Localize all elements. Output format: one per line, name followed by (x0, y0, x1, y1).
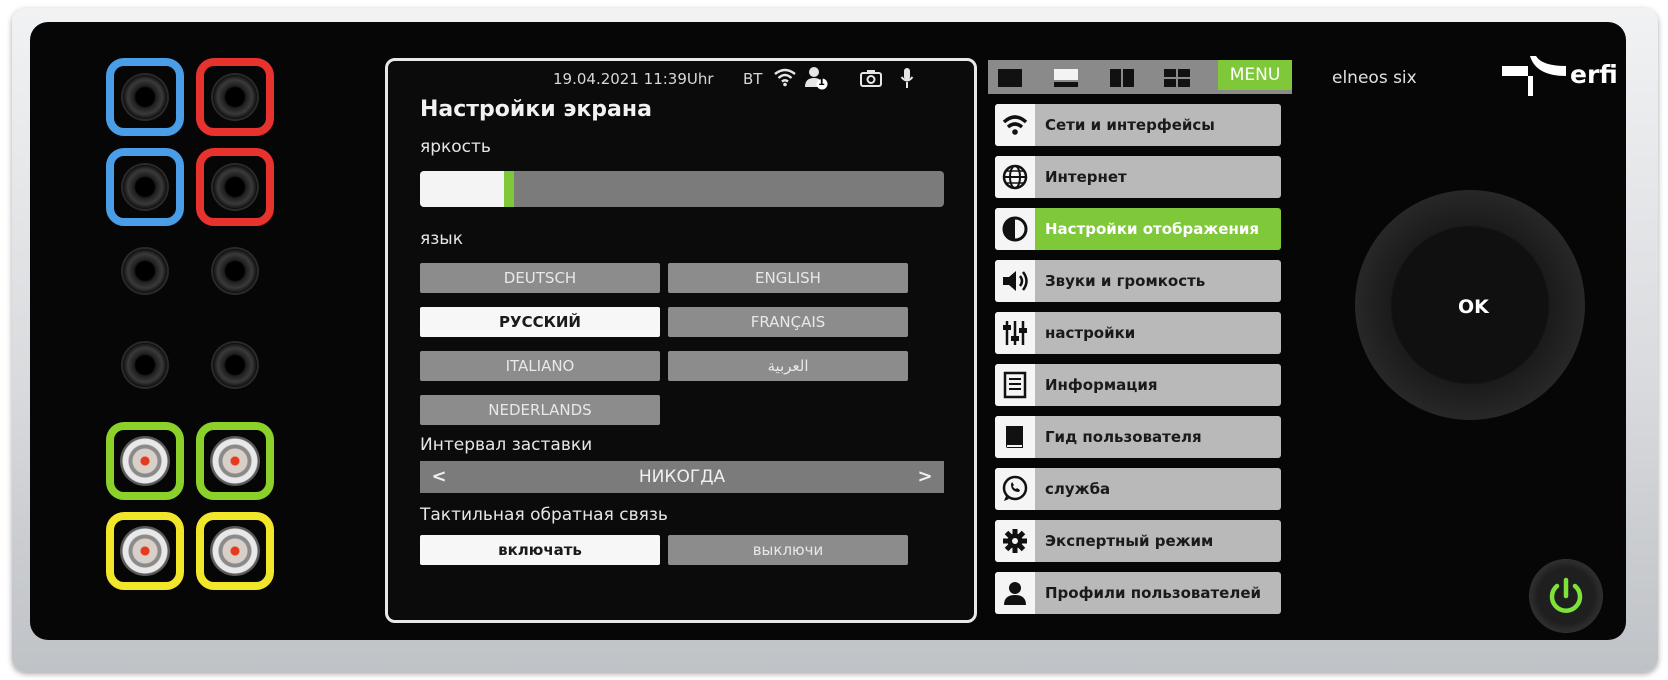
menu-item-label: Сети и интерфейсы (1045, 116, 1215, 134)
spinner-next-button[interactable]: > (910, 461, 940, 493)
screensaver-spinner: < НИКОГДА > (420, 461, 944, 493)
menu-item-label: Интернет (1045, 168, 1127, 186)
status-bar: 19.04.2021 11:39Uhr BT 1 (388, 61, 974, 95)
menu-item-internet[interactable]: Интернет (995, 156, 1281, 198)
contrast-icon (995, 208, 1035, 250)
spinner-prev-button[interactable]: < (424, 461, 454, 493)
camera-icon[interactable] (860, 69, 882, 91)
language-button-dutch[interactable]: NEDERLANDS (420, 395, 660, 425)
menu-item-label: Настройки отображения (1045, 220, 1259, 238)
bluetooth-label: BT (743, 70, 763, 88)
menu-item-settings[interactable]: настройки (995, 312, 1281, 354)
jack-plain-4 (196, 326, 274, 404)
menu-item-label: служба (1045, 480, 1111, 498)
language-button-deutsch[interactable]: DEUTSCH (420, 263, 660, 293)
status-datetime: 19.04.2021 11:39Uhr (553, 70, 714, 88)
jack-red-2 (196, 148, 274, 226)
whatsapp-icon (995, 468, 1035, 510)
language-button-russian[interactable]: РУССКИЙ (420, 307, 660, 337)
haptic-on-button[interactable]: включать (420, 535, 660, 565)
user-badge: 1 (818, 77, 825, 88)
menu-item-label: Профили пользователей (1045, 584, 1262, 602)
brightness-slider-fill (420, 171, 509, 207)
jack-red-1 (196, 58, 274, 136)
page-title: Настройки экрана (420, 97, 652, 122)
model-name: elneos six (1332, 68, 1417, 88)
globe-icon (995, 156, 1035, 198)
jack-plain-3 (106, 326, 184, 404)
menu-item-networks[interactable]: Сети и интерфейсы (995, 104, 1281, 146)
language-label: язык (420, 229, 463, 249)
brightness-label: яркость (420, 137, 491, 157)
jack-plain-1 (106, 232, 184, 310)
user-profile-icon (995, 572, 1035, 614)
menu-button[interactable]: MENU (1218, 60, 1292, 90)
jack-plain-2 (196, 232, 274, 310)
wifi-icon (995, 104, 1035, 146)
menu-item-user-guide[interactable]: Гид пользователя (995, 416, 1281, 458)
bnc-yellow-2 (196, 512, 274, 590)
bnc-yellow-1 (106, 512, 184, 590)
menu-item-label: настройки (1045, 324, 1136, 342)
brightness-slider[interactable] (420, 171, 944, 207)
speaker-icon (995, 260, 1035, 302)
sliders-icon (995, 312, 1035, 354)
language-button-french[interactable]: FRANÇAIS (668, 307, 908, 337)
view-split-horizontal-icon[interactable] (1054, 69, 1078, 87)
brand-name: erfi (1570, 60, 1618, 89)
view-full-icon[interactable] (998, 69, 1022, 87)
haptic-off-button[interactable]: выключи (668, 535, 908, 565)
display-settings-screen: 19.04.2021 11:39Uhr BT 1 Настройки экран… (385, 58, 977, 623)
view-split-vertical-icon[interactable] (1110, 69, 1134, 87)
menu-item-label: Информация (1045, 376, 1158, 394)
gear-icon (995, 520, 1035, 562)
microphone-icon[interactable] (900, 67, 914, 93)
screensaver-label: Интервал заставки (420, 435, 593, 455)
jack-blue-2 (106, 148, 184, 226)
ok-label: OK (1458, 296, 1489, 318)
screensaver-value: НИКОГДА (638, 467, 726, 487)
menu-item-expert-mode[interactable]: Экспертный режим (995, 520, 1281, 562)
view-quad-icon[interactable] (1164, 69, 1190, 87)
menu-item-label: Гид пользователя (1045, 428, 1202, 446)
erfi-logo-icon (1502, 52, 1568, 100)
bnc-green-2 (196, 422, 274, 500)
haptic-label: Тактильная обратная связь (420, 505, 668, 525)
menu-item-display-settings[interactable]: Настройки отображения (995, 208, 1281, 250)
menu-item-service[interactable]: служба (995, 468, 1281, 510)
language-button-italian[interactable]: ITALIANO (420, 351, 660, 381)
menu-item-sound[interactable]: Звуки и громкость (995, 260, 1281, 302)
document-icon (995, 364, 1035, 406)
language-button-english[interactable]: ENGLISH (668, 263, 908, 293)
brightness-slider-thumb[interactable] (504, 171, 514, 207)
menu-item-label: Звуки и громкость (1045, 272, 1206, 290)
bnc-green-1 (106, 422, 184, 500)
jack-blue-1 (106, 58, 184, 136)
menu-item-information[interactable]: Информация (995, 364, 1281, 406)
language-button-arabic[interactable]: العربية (668, 351, 908, 381)
menu-item-user-profiles[interactable]: Профили пользователей (995, 572, 1281, 614)
power-button[interactable] (1530, 560, 1602, 632)
wifi-icon (774, 67, 796, 91)
power-icon (1549, 577, 1583, 613)
book-icon (995, 416, 1035, 458)
menu-item-label: Экспертный режим (1045, 532, 1214, 550)
